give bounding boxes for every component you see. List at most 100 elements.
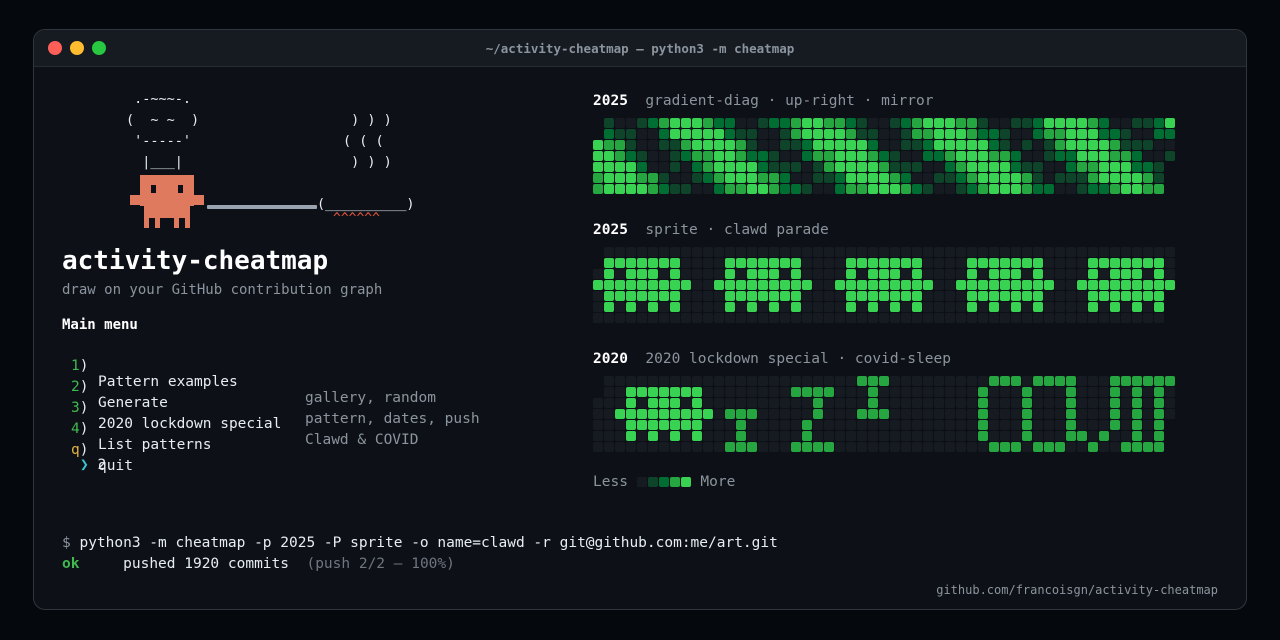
contribution-cell	[1099, 173, 1109, 183]
contribution-cell	[714, 184, 724, 194]
contribution-cell	[615, 118, 625, 128]
contribution-cell	[1044, 431, 1054, 441]
contribution-cell	[890, 313, 900, 323]
contribution-cell	[626, 431, 636, 441]
contribution-cell	[923, 184, 933, 194]
contribution-cell	[604, 431, 614, 441]
contribution-cell	[1011, 118, 1021, 128]
contribution-cell	[714, 129, 724, 139]
contribution-cell	[802, 398, 812, 408]
contribution-cell	[1154, 162, 1164, 172]
contribution-cell	[615, 269, 625, 279]
contribution-cell	[648, 398, 658, 408]
contribution-cell	[758, 269, 768, 279]
contribution-cell	[901, 258, 911, 268]
repo-link[interactable]: github.com/francoisgn/activity-cheatmap	[936, 583, 1218, 597]
contribution-cell	[846, 151, 856, 161]
contribution-cell	[1055, 291, 1065, 301]
contribution-cell	[1143, 184, 1153, 194]
contribution-cell	[604, 313, 614, 323]
contribution-cell	[879, 387, 889, 397]
contribution-cell	[923, 409, 933, 419]
contribution-cell	[1055, 140, 1065, 150]
contribution-cell	[1121, 442, 1131, 452]
contribution-cell	[1000, 162, 1010, 172]
contribution-cell	[802, 420, 812, 430]
contribution-cell	[857, 184, 867, 194]
contribution-cell	[604, 387, 614, 397]
contribution-cell	[758, 140, 768, 150]
contribution-cell	[1099, 291, 1109, 301]
contribution-cell	[1154, 376, 1164, 386]
contribution-cell	[1077, 129, 1087, 139]
contribution-cell	[1143, 151, 1153, 161]
contribution-cell	[769, 258, 779, 268]
contribution-cell	[604, 247, 614, 257]
contribution-cell	[857, 269, 867, 279]
contribution-cell	[835, 184, 845, 194]
menu-item-generate[interactable]: 2) Generate pattern, dates, push	[62, 363, 522, 427]
contribution-cell	[648, 291, 658, 301]
contribution-cell	[989, 118, 999, 128]
contribution-cell	[1110, 280, 1120, 290]
contribution-cell	[1011, 162, 1021, 172]
contribution-cell	[868, 269, 878, 279]
contribution-cell	[1165, 129, 1175, 139]
menu-item-list-patterns[interactable]: 4) List patterns	[62, 405, 522, 453]
contribution-cell	[769, 140, 779, 150]
shell-prompt: $	[62, 535, 71, 551]
contribution-grid-sprite	[593, 247, 1175, 323]
contribution-cell	[1011, 247, 1021, 257]
contribution-cell	[923, 269, 933, 279]
menu-item-pattern-examples[interactable]: 1) Pattern examples gallery, random	[62, 342, 522, 406]
contribution-cell	[923, 162, 933, 172]
contribution-cell	[1033, 258, 1043, 268]
contribution-cell	[659, 291, 669, 301]
contribution-cell	[1143, 118, 1153, 128]
contribution-cell	[604, 129, 614, 139]
contribution-cell	[1143, 280, 1153, 290]
contribution-cell	[1077, 387, 1087, 397]
menu-key-suffix: )	[79, 442, 89, 458]
prompt-input-value[interactable]: 2	[97, 457, 106, 473]
contribution-cell	[967, 398, 977, 408]
contribution-cell	[824, 431, 834, 441]
menu-item-lockdown-special[interactable]: 3) 2020 lockdown special Clawd & COVID	[62, 384, 522, 448]
contribution-cell	[714, 140, 724, 150]
contribution-cell	[604, 151, 614, 161]
contribution-cell	[681, 269, 691, 279]
contribution-cell	[879, 398, 889, 408]
contribution-cell	[1055, 173, 1065, 183]
contribution-cell	[692, 398, 702, 408]
contribution-cell	[725, 409, 735, 419]
contribution-cell	[989, 291, 999, 301]
contribution-cell	[637, 398, 647, 408]
contribution-cell	[1143, 398, 1153, 408]
contribution-cell	[1033, 280, 1043, 290]
contribution-cell	[1088, 162, 1098, 172]
menu-item-quit[interactable]: q) quit	[62, 426, 522, 474]
contribution-cell	[1088, 140, 1098, 150]
contribution-cell	[890, 118, 900, 128]
contribution-cell	[1011, 269, 1021, 279]
contribution-cell	[1044, 376, 1054, 386]
contribution-cell	[747, 269, 757, 279]
contribution-cell	[791, 151, 801, 161]
contribution-cell	[945, 173, 955, 183]
contribution-cell	[1077, 302, 1087, 312]
contribution-cell	[945, 162, 955, 172]
contribution-cell	[912, 376, 922, 386]
menu-prompt[interactable]: ❯ 2	[80, 457, 106, 473]
contribution-cell	[791, 409, 801, 419]
contribution-cell	[736, 162, 746, 172]
contribution-cell	[1055, 118, 1065, 128]
contribution-cell	[747, 442, 757, 452]
contribution-cell	[846, 376, 856, 386]
contribution-cell	[1033, 247, 1043, 257]
contribution-cell	[670, 269, 680, 279]
contribution-cell	[593, 173, 603, 183]
contribution-cell	[1154, 173, 1164, 183]
contribution-cell	[1154, 442, 1164, 452]
contribution-cell	[923, 387, 933, 397]
contribution-cell	[604, 140, 614, 150]
